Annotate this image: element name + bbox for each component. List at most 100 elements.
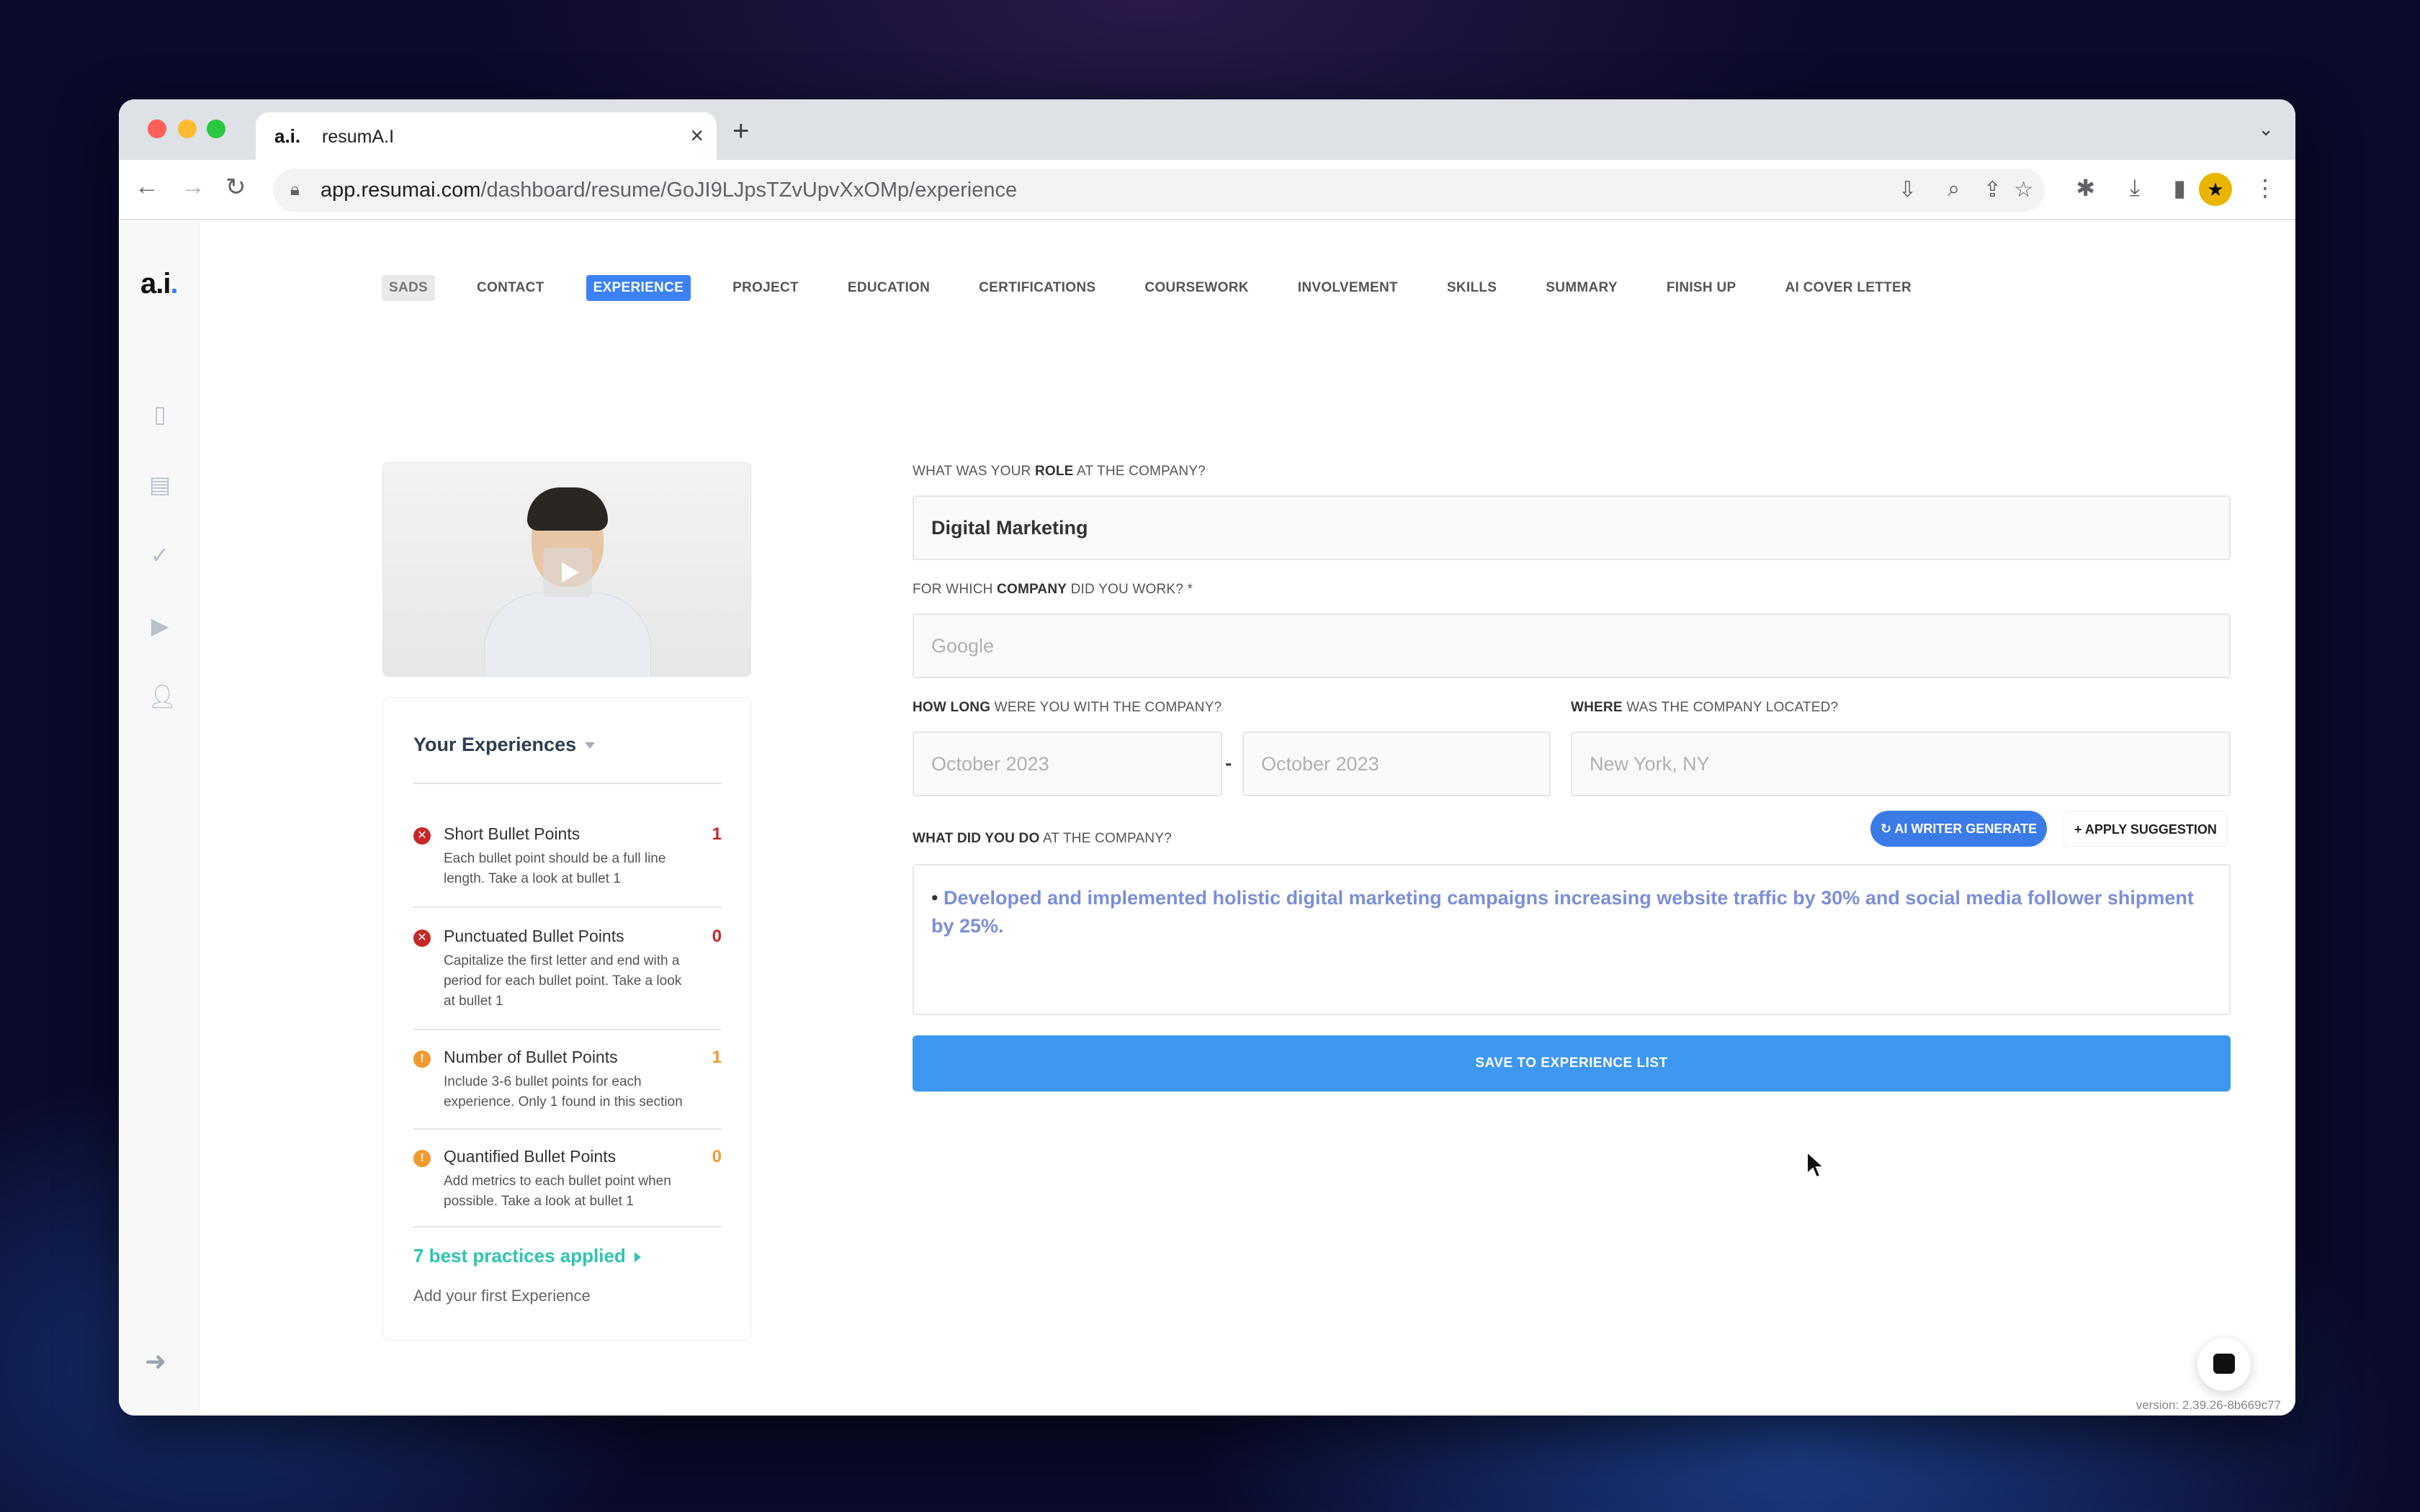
start-date-input[interactable]: October 2023 xyxy=(913,732,1222,796)
reload-icon[interactable]: ↻ xyxy=(225,173,246,202)
document-icon[interactable]: ▯ xyxy=(148,400,172,429)
check-count: 1 xyxy=(712,824,722,844)
plus-icon: + xyxy=(2074,822,2085,837)
step-project[interactable]: PROJECT xyxy=(725,275,806,301)
minimize-window-button[interactable] xyxy=(178,120,197,138)
refresh-icon: ↻ xyxy=(1881,822,1895,836)
check-description: Include 3-6 bullet points for each exper… xyxy=(444,1074,683,1110)
video-doc-icon[interactable]: ▶ xyxy=(148,612,172,641)
back-icon[interactable]: ← xyxy=(135,173,159,201)
check-title: Quantified Bullet Points xyxy=(444,1147,617,1166)
error-icon: ✕ xyxy=(413,827,431,845)
role-label: WHAT WAS YOUR ROLE AT THE COMPANY? xyxy=(913,464,1206,479)
step-coursework[interactable]: COURSEWORK xyxy=(1137,275,1255,301)
maximize-window-button[interactable] xyxy=(207,120,225,138)
warning-icon: ! xyxy=(413,1050,431,1068)
best-practices-link[interactable]: 7 best practices applied xyxy=(413,1245,641,1267)
tab-strip: a.i. resumA.I × + ⌄ xyxy=(119,99,2295,160)
divider xyxy=(413,906,722,908)
step-education[interactable]: EDUCATION xyxy=(841,275,937,301)
description-text: Developed and implemented holistic digit… xyxy=(931,887,2194,937)
play-icon[interactable] xyxy=(543,548,592,597)
error-icon: ✕ xyxy=(413,930,431,947)
caret-down-icon xyxy=(585,742,596,750)
company-label: FOR WHICH COMPANY DID YOU WORK? * xyxy=(913,582,1193,597)
step-sads[interactable]: SADS xyxy=(382,275,435,301)
step-ai-cover-letter[interactable]: AI COVER LETTER xyxy=(1778,275,1919,301)
install-icon[interactable]: ⇩ xyxy=(1899,177,1917,202)
profile-avatar[interactable]: ★ xyxy=(2199,173,2232,206)
ai-writer-generate-button[interactable]: ↻ AI WRITER GENERATE xyxy=(1870,811,2048,847)
version-text: version: 2.39.26-8b669c77 xyxy=(2136,1398,2281,1412)
zoom-icon[interactable]: ⌕ xyxy=(1948,177,1960,202)
divider xyxy=(413,1226,722,1228)
end-date-input[interactable]: October 2023 xyxy=(1242,732,1551,796)
new-tab-icon[interactable]: + xyxy=(732,115,749,148)
download-icon[interactable]: ⤓ xyxy=(2130,174,2140,202)
check-count: 0 xyxy=(712,1147,722,1166)
bullet-marker: • xyxy=(931,887,938,909)
video-person-body xyxy=(484,593,651,676)
check-count: 0 xyxy=(712,927,722,946)
browser-toolbar: ← → ↻ 🔒︎ app.resumai.com/dashboard/resum… xyxy=(119,160,2295,220)
step-skills[interactable]: SKILLS xyxy=(1440,275,1504,301)
step-summary[interactable]: SUMMARY xyxy=(1538,275,1625,301)
lock-icon: 🔒︎ xyxy=(290,180,300,199)
favicon-icon: a.i. xyxy=(274,125,301,147)
chevron-down-icon[interactable]: ⌄ xyxy=(2258,118,2274,140)
check-description: Capitalize the first letter and end with… xyxy=(444,953,682,1009)
divider xyxy=(413,1128,722,1130)
tutorial-video[interactable] xyxy=(382,462,751,677)
browser-window: a.i. resumA.I × + ⌄ ← → ↻ 🔒︎ app.resumai… xyxy=(119,99,2295,1416)
chevron-right-icon xyxy=(634,1252,641,1263)
location-label: WHERE WAS THE COMPANY LOCATED? xyxy=(1571,700,1839,715)
sidepanel-icon[interactable]: ▮ xyxy=(2173,174,2186,202)
warning-icon: ! xyxy=(413,1150,431,1167)
company-input[interactable]: Google xyxy=(913,613,2231,678)
role-input[interactable]: Digital Marketing xyxy=(913,495,2231,560)
check-description: Each bullet point should be a full line … xyxy=(444,851,666,886)
app-logo[interactable]: a.i. xyxy=(140,268,179,300)
divider xyxy=(413,1029,722,1030)
bookmark-star-icon[interactable]: ☆ xyxy=(2014,177,2033,202)
experiences-card: Your Experiences ✕ Short Bullet Points E… xyxy=(382,697,751,1341)
apply-suggestion-button[interactable]: + APPLY SUGGESTION xyxy=(2063,811,2228,847)
location-input[interactable]: New York, NY xyxy=(1571,732,2231,796)
mouse-cursor-icon xyxy=(1806,1150,1826,1179)
resume-steps-nav: SADS CONTACT EXPERIENCE PROJECT EDUCATIO… xyxy=(382,274,1953,302)
date-separator: - xyxy=(1225,752,1232,774)
share-icon[interactable]: ⇪ xyxy=(1984,177,2002,202)
forward-icon[interactable]: → xyxy=(181,173,205,201)
chat-support-icon[interactable] xyxy=(2197,1338,2251,1391)
check-count: 1 xyxy=(712,1048,722,1067)
step-finish-up[interactable]: FINISH UP xyxy=(1659,275,1744,301)
resume-list-icon[interactable]: ▤ xyxy=(148,471,172,500)
checked-doc-icon[interactable]: ✓ xyxy=(148,541,172,570)
tab-title: resumA.I xyxy=(322,127,395,147)
close-icon[interactable]: × xyxy=(690,122,704,149)
step-certifications[interactable]: CERTIFICATIONS xyxy=(972,275,1103,301)
profile-doc-icon[interactable]: 👤︎ xyxy=(148,683,177,711)
check-title: Punctuated Bullet Points xyxy=(444,927,624,945)
address-bar[interactable]: 🔒︎ app.resumai.com/dashboard/resume/GoJI… xyxy=(273,168,2045,212)
description-textarea[interactable]: • Developed and implemented holistic dig… xyxy=(913,864,2231,1015)
browser-tab[interactable]: a.i. resumA.I × xyxy=(256,112,717,160)
logout-icon[interactable]: ➜ xyxy=(145,1346,166,1377)
sidebar: a.i. ▯ ▤ ✓ ▶ 👤︎ ➜ xyxy=(119,222,200,1416)
save-to-experience-list-button[interactable]: SAVE TO EXPERIENCE LIST xyxy=(913,1035,2231,1092)
divider xyxy=(413,783,722,784)
video-person-hair xyxy=(527,487,608,531)
check-description: Add metrics to each bullet point when po… xyxy=(444,1174,671,1209)
duration-label: HOW LONG WERE YOU WITH THE COMPANY? xyxy=(913,700,1222,715)
description-label: WHAT DID YOU DO AT THE COMPANY? xyxy=(913,831,1172,846)
step-contact[interactable]: CONTACT xyxy=(470,275,552,301)
check-title: Number of Bullet Points xyxy=(444,1048,618,1066)
add-first-experience-text: Add your first Experience xyxy=(413,1287,591,1305)
step-involvement[interactable]: INVOLVEMENT xyxy=(1291,275,1405,301)
step-experience[interactable]: EXPERIENCE xyxy=(586,275,691,301)
app-page: a.i. ▯ ▤ ✓ ▶ 👤︎ ➜ SADS CONTACT EXPERIENC… xyxy=(119,222,2295,1416)
menu-kebab-icon[interactable]: ⋮ xyxy=(2254,174,2277,202)
close-window-button[interactable] xyxy=(148,120,166,138)
experiences-title[interactable]: Your Experiences xyxy=(413,734,596,756)
extensions-icon[interactable]: ✱ xyxy=(2076,174,2095,202)
